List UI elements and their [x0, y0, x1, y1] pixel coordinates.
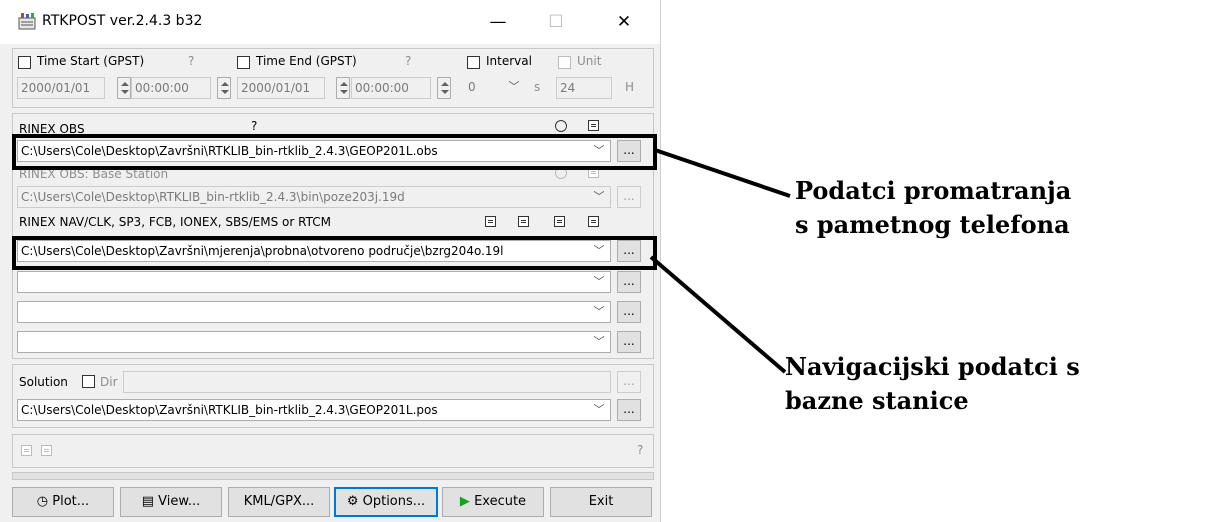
- rover-annotation-line2: s pametnog telefona: [795, 210, 1070, 239]
- annotation-arrows: [649, 148, 791, 374]
- nav-pointer-line: [649, 255, 787, 374]
- nav-annotation-line2: bazne stanice: [785, 386, 969, 415]
- nav-annotation-line1: Navigacijski podatci s: [785, 352, 1080, 381]
- rover-annotation-line1: Podatci promatranja: [795, 176, 1072, 205]
- rover-pointer-line: [654, 148, 791, 198]
